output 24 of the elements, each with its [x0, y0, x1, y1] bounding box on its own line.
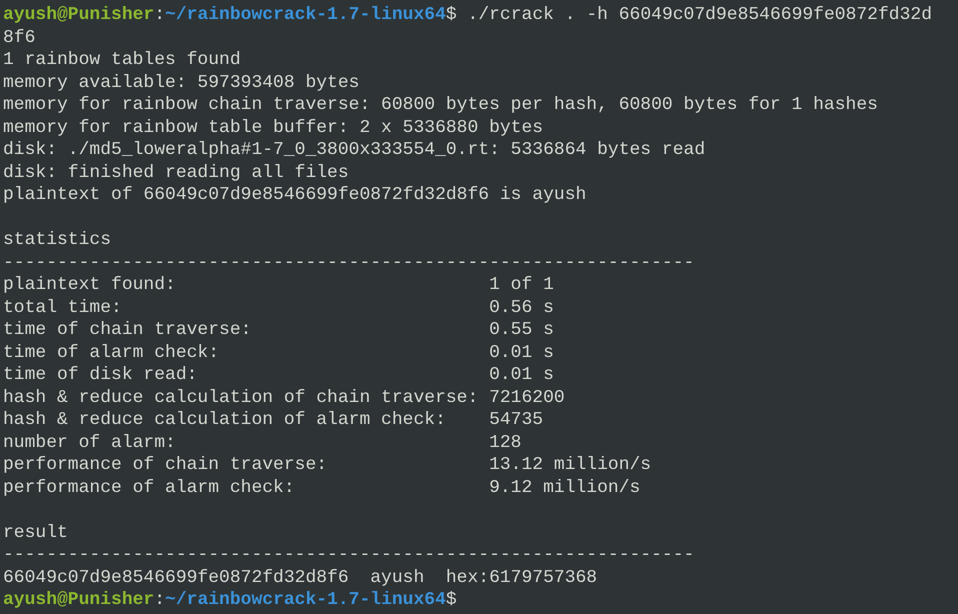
output-line: time of disk read: 0.01 s — [3, 364, 554, 386]
output-line: total time: 0.56 s — [3, 296, 554, 319]
output-line: statistics — [3, 229, 112, 252]
output-line: number of alarm: 128 — [3, 432, 522, 454]
command-line: ayush@Punisher:~/rainbowcrack-1.7-linux64$ — [3, 589, 458, 612]
output-line: ---------------------------------------------------------------- — [3, 544, 694, 566]
output-line: time of chain traverse: 0.55 s — [3, 319, 554, 342]
output-line: result — [3, 522, 68, 544]
output-line: 1 rainbow tables found — [3, 49, 241, 72]
command-line: ayush@Punisher:~/rainbowcrack-1.7-linux64$ ./rcrack . -h 66049c07d9e8546699fe0872fd32d8f6 — [3, 4, 933, 49]
output-line: plaintext found: 1 of 1 — [3, 274, 554, 296]
output-line: performance of alarm check: 9.12 million/s — [3, 476, 640, 499]
output-line: 66049c07d9e8546699fe0872fd32d8f6 ayush hex:6179757368 — [3, 566, 598, 589]
output-line: ---------------------------------------------------------------- — [3, 252, 694, 274]
output-line: plaintext of 66049c07d9e8546699fe0872fd32d8f6 is ayush — [3, 184, 586, 206]
output-line: memory available: 597393408 bytes — [3, 72, 360, 94]
output-line: hash & reduce calculation of chain traverse: 7216200 — [3, 386, 565, 409]
output-line: time of alarm check: 0.01 s — [3, 342, 554, 364]
output-line: hash & reduce calculation of alarm check: 54735 — [3, 409, 544, 432]
output-line: memory for rainbow chain traverse: 60800 bytes per hash, 60800 bytes for 1 hashes — [3, 94, 878, 116]
output-line: memory for rainbow table buffer: 2 x 5336880 bytes — [3, 116, 544, 139]
output-line: disk: finished reading all files — [3, 162, 349, 184]
output-line: performance of chain traverse: 13.12 million/s — [3, 454, 652, 476]
output-line: disk: ./md5_loweralpha#1-7_0_3800x333554_0.rt: 5336864 bytes read — [3, 139, 706, 162]
